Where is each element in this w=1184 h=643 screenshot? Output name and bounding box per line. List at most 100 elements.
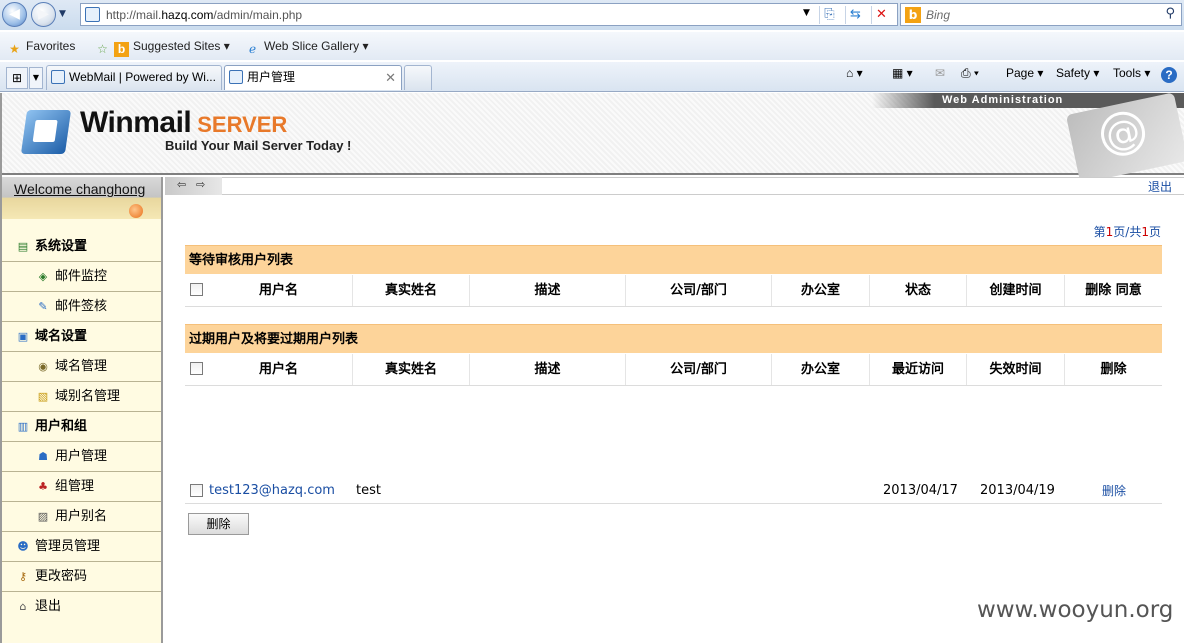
sidebar-item-domain-management[interactable]: ◉ 域名管理 [2, 352, 161, 382]
sidebar-item-user-alias[interactable]: ▨ 用户别名 [2, 502, 161, 532]
logout-link[interactable]: 退出 [1148, 178, 1172, 195]
at-sign-icon: @ [1096, 107, 1150, 160]
main-content: ⇦ ⇨ 退出 第1页/共1页 等待审核用户列表 用户名 真实姓名 描述 公司/部… [165, 177, 1184, 643]
row-checkbox[interactable] [190, 484, 203, 497]
back-button[interactable]: ◀ [2, 2, 27, 27]
col-office: 办公室 [771, 275, 869, 306]
pending-users-title: 等待审核用户列表 [185, 245, 1162, 274]
star-icon: ★ [9, 42, 20, 56]
sidebar-item-user-management[interactable]: ☗ 用户管理 [2, 442, 161, 472]
sidebar-item-users-groups[interactable]: ▥ 用户和组 [2, 412, 161, 442]
add-favorite-icon: ☆ [97, 42, 108, 56]
approve-icon: ✎ [38, 300, 48, 313]
col-username: 用户名 [258, 362, 298, 377]
row-last-access: 2013/04/17 [883, 483, 958, 498]
col-username: 用户名 [258, 283, 298, 298]
tab-page-icon [51, 70, 65, 84]
group-icon: ♣ [38, 480, 48, 493]
winmail-logo-icon [20, 110, 72, 154]
sidebar-item-logout[interactable]: ⌂ 退出 [2, 592, 161, 622]
bing-icon: b [114, 42, 129, 57]
tab-list-dropdown-icon[interactable]: ▼ [29, 67, 43, 89]
watermark: www.wooyun.org [977, 597, 1174, 623]
favorites-bar: ★ Favorites ☆ b Suggested Sites ▾ ℯ Web Slic… [0, 32, 1184, 60]
tab-user-management[interactable]: 用户管理 ✕ [224, 65, 402, 90]
col-created: 创建时间 [966, 275, 1064, 306]
mail-icon[interactable]: ✉ [935, 66, 945, 80]
favorites-button[interactable]: ★ Favorites [7, 39, 75, 57]
refresh-icon[interactable]: ⇆ [845, 6, 865, 24]
col-description: 描述 [469, 354, 625, 385]
page-info: 第1页/共1页 [1093, 225, 1161, 239]
welcome-link[interactable]: Welcome changhong [14, 181, 145, 197]
key-icon: ⚷ [18, 570, 28, 583]
sidebar-item-admin-management[interactable]: ☻ 管理员管理 [2, 532, 161, 562]
col-office: 办公室 [771, 354, 869, 385]
sidebar-item-domain-alias[interactable]: ▧ 域别名管理 [2, 382, 161, 412]
row-realname: test [356, 483, 381, 498]
close-tab-icon[interactable]: ✕ [385, 66, 396, 89]
sidebar-item-change-password[interactable]: ⚷ 更改密码 [2, 562, 161, 592]
col-realname: 真实姓名 [352, 275, 469, 306]
col-expire-time: 失效时间 [966, 354, 1064, 385]
sidebar-item-mail-approve[interactable]: ✎ 邮件签核 [2, 292, 161, 322]
toolbar-blank [222, 177, 1184, 195]
bing-icon: b [905, 7, 921, 23]
web-slice-gallery-link[interactable]: ℯ Web Slice Gallery ▾ [245, 39, 369, 57]
print-icon[interactable]: ⎙ ▾ [961, 66, 979, 81]
header-banner: Winmail SERVER Build Your Mail Server Tod… [2, 92, 1184, 184]
home-icon[interactable]: ⌂ ▾ [846, 66, 863, 80]
expired-select-all-checkbox[interactable] [190, 362, 203, 375]
delete-button[interactable]: 删除 [188, 513, 249, 535]
compatibility-icon[interactable]: ⎘ [819, 6, 839, 24]
web-administration-label: Web Administration [942, 94, 1064, 106]
address-dropdown-icon[interactable]: ▼ [803, 8, 810, 18]
row-delete-link[interactable]: 删除 [1102, 478, 1126, 504]
sidebar-item-group-management[interactable]: ♣ 组管理 [2, 472, 161, 502]
pending-select-all-checkbox[interactable] [190, 283, 203, 296]
page-menu[interactable]: Page ▾ [1006, 66, 1043, 80]
user-alias-icon: ▨ [37, 510, 49, 523]
forward-button[interactable]: ▶ [31, 2, 56, 27]
col-department: 公司/部门 [625, 354, 771, 385]
sidebar-item-domain-settings[interactable]: ▣ 域名设置 [2, 322, 161, 352]
search-field[interactable]: b Bing ⚲ [900, 3, 1182, 26]
domain-icon: ▣ [17, 330, 29, 343]
table-row: test123@hazq.com test 2013/04/17 2013/04… [185, 478, 1162, 504]
logo-text: Winmail SERVER [80, 106, 288, 139]
content-toolbar: ⇦ ⇨ 退出 [165, 177, 1184, 195]
browser-address-bar: ◀ ▶ ▼ http://mail.hazq.com/admin/main.ph… [0, 0, 1184, 30]
tab-webmail[interactable]: WebMail | Powered by Wi... [46, 65, 222, 90]
tools-menu[interactable]: Tools ▾ [1113, 66, 1150, 80]
col-department: 公司/部门 [625, 275, 771, 306]
back-arrow-icon[interactable]: ⇦ [177, 178, 186, 191]
sidebar: Welcome changhong ▤ 系统设置 ◈ 邮件监控 ✎ 邮件签核 ▣ 域名设… [2, 177, 163, 643]
col-delete-approve: 删除 同意 [1064, 275, 1162, 306]
history-dropdown-icon[interactable]: ▼ [59, 9, 66, 19]
expired-table-header: 用户名 真实姓名 描述 公司/部门 办公室 最近访问 失效时间 删除 [185, 354, 1162, 386]
feeds-icon[interactable]: ▦ ▾ [892, 66, 913, 80]
home-icon: ⌂ [19, 600, 27, 613]
status-dot-icon [129, 204, 143, 218]
row-expire-time: 2013/04/19 [980, 483, 1055, 498]
search-icon[interactable]: ⚲ [1165, 6, 1175, 21]
row-username-link[interactable]: test123@hazq.com [209, 478, 335, 504]
help-icon[interactable]: ? [1161, 67, 1177, 83]
web-page: Winmail SERVER Build Your Mail Server Tod… [0, 92, 1184, 643]
admin-icon: ☻ [17, 540, 29, 553]
safety-menu[interactable]: Safety ▾ [1056, 66, 1099, 80]
ie-icon: ℯ [248, 42, 257, 56]
suggested-sites-link[interactable]: ☆ b Suggested Sites ▾ [95, 39, 230, 57]
new-tab-button[interactable] [404, 65, 432, 90]
sidebar-item-mail-monitor[interactable]: ◈ 邮件监控 [2, 262, 161, 292]
quick-tabs-icon[interactable]: ⊞ [6, 67, 28, 89]
sidebar-item-system-settings[interactable]: ▤ 系统设置 [2, 232, 161, 262]
address-field[interactable]: http://mail.hazq.com/admin/main.php ▼ ⎘ … [80, 3, 898, 26]
settings-icon: ▤ [17, 240, 29, 253]
forward-arrow-icon[interactable]: ⇨ [196, 178, 205, 191]
slogan: Build Your Mail Server Today ! [165, 138, 352, 153]
users-groups-icon: ▥ [17, 420, 29, 433]
col-delete: 删除 [1064, 354, 1162, 385]
stop-icon[interactable]: ✕ [871, 6, 891, 24]
col-realname: 真实姓名 [352, 354, 469, 385]
